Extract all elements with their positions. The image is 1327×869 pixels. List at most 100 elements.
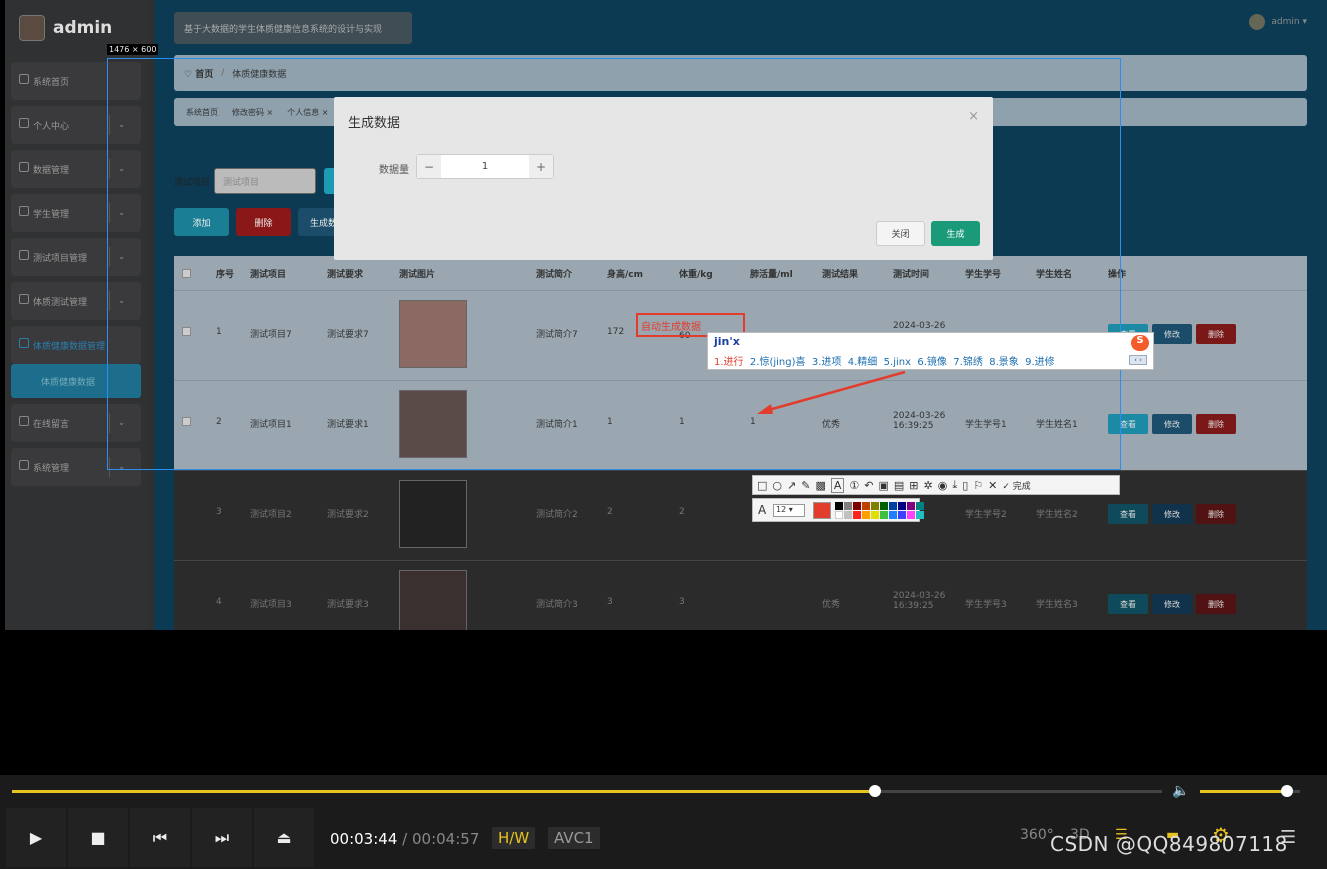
search-input[interactable]: 测试项目	[214, 168, 317, 194]
current-color-swatch[interactable]	[813, 502, 831, 519]
ime-pager-icon[interactable]: ‹ ›	[1129, 355, 1147, 365]
volume-icon[interactable]: 🔈	[1172, 783, 1189, 799]
row-delete-button[interactable]: 删除	[1196, 504, 1236, 524]
increment-button[interactable]: +	[529, 155, 553, 178]
row-checkbox[interactable]	[182, 327, 191, 336]
magic-icon[interactable]: ✲	[924, 479, 933, 492]
color-swatch[interactable]	[835, 511, 843, 519]
color-swatch[interactable]	[889, 511, 897, 519]
color-swatch[interactable]	[907, 511, 915, 519]
mosaic-icon[interactable]: ▩	[815, 479, 825, 492]
close-icon[interactable]: ×	[968, 109, 979, 124]
color-swatch[interactable]	[898, 502, 906, 510]
sidebar-item-health[interactable]: 体质健康数据管理	[11, 326, 141, 364]
breadcrumb-home[interactable]: ♡ 首页	[184, 67, 213, 80]
ime-candidate[interactable]: 2.惊(jing)喜	[750, 357, 806, 368]
color-swatch[interactable]	[916, 511, 924, 519]
ime-candidate[interactable]: 9.进修	[1025, 357, 1055, 368]
row-delete-button[interactable]: 删除	[1196, 414, 1236, 434]
stop-button[interactable]: ■	[68, 808, 128, 867]
color-swatch[interactable]	[844, 502, 852, 510]
sidebar-item-test-items[interactable]: 测试项目管理 ⌄	[11, 238, 141, 276]
row-checkbox[interactable]	[182, 417, 191, 426]
ime-candidate[interactable]: 3.进项	[812, 357, 842, 368]
ime-candidate[interactable]: 7.锦绣	[953, 357, 983, 368]
color-swatch[interactable]	[871, 511, 879, 519]
color-swatch[interactable]	[853, 502, 861, 510]
volume-slider[interactable]	[1200, 785, 1300, 797]
eject-button[interactable]: ⏏	[254, 808, 314, 867]
edit-button[interactable]: 修改	[1152, 324, 1192, 344]
color-swatch[interactable]	[898, 511, 906, 519]
ime-candidate[interactable]: 4.精细	[848, 357, 878, 368]
quantity-input[interactable]: 1	[441, 155, 529, 178]
volume-handle[interactable]	[1281, 785, 1293, 797]
seek-bar[interactable]	[12, 785, 1162, 797]
seek-handle[interactable]	[868, 785, 881, 797]
rectangle-icon[interactable]: □	[757, 479, 767, 492]
edit-button[interactable]: 修改	[1152, 504, 1192, 524]
number-icon[interactable]: ①	[849, 479, 859, 492]
view-button[interactable]: 查看	[1108, 414, 1148, 434]
font-size-select[interactable]: 12 ▾	[773, 504, 805, 517]
sidebar-item-profile[interactable]: 个人中心 ⌄	[11, 106, 141, 144]
add-button[interactable]: 添加	[174, 208, 229, 236]
tab-home[interactable]: 系统首页	[182, 105, 222, 120]
color-swatch[interactable]	[844, 511, 852, 519]
download-icon[interactable]: ⤓	[952, 478, 957, 492]
color-swatch[interactable]	[880, 511, 888, 519]
ime-candidate[interactable]: 5.jinx	[884, 357, 911, 368]
sidebar-item-tests[interactable]: 体质测试管理 ⌄	[11, 282, 141, 320]
color-swatch[interactable]	[871, 502, 879, 510]
color-swatch[interactable]	[880, 502, 888, 510]
edit-button[interactable]: 修改	[1152, 414, 1192, 434]
sidebar-item-students[interactable]: 学生管理 ⌄	[11, 194, 141, 232]
bookmark-icon[interactable]: ⚐	[973, 479, 983, 492]
circle-icon[interactable]: ○	[772, 479, 782, 492]
close-icon[interactable]: ✕	[988, 479, 997, 492]
pin-icon[interactable]: ▣	[878, 479, 888, 492]
translate-icon[interactable]: ⊞	[909, 479, 918, 492]
color-swatch[interactable]	[862, 502, 870, 510]
tab-change-password[interactable]: 修改密码 ×	[228, 105, 277, 120]
color-swatch[interactable]	[916, 502, 924, 510]
color-swatch[interactable]	[907, 502, 915, 510]
record-icon[interactable]: ◉	[938, 479, 948, 492]
edit-button[interactable]: 修改	[1152, 594, 1192, 614]
360-icon[interactable]: 360°	[1020, 827, 1054, 843]
sidebar-item-system[interactable]: 系统管理 ⌄	[11, 448, 141, 486]
generate-button[interactable]: 生成	[931, 221, 980, 246]
play-button[interactable]: ▶	[6, 808, 66, 867]
row-delete-button[interactable]: 删除	[1196, 324, 1236, 344]
ime-candidate[interactable]: 6.镜像	[917, 357, 947, 368]
pen-icon[interactable]: ✎	[801, 479, 810, 492]
ime-candidate[interactable]: 8.景象	[989, 357, 1019, 368]
finish-button[interactable]: ✓ 完成	[1002, 479, 1030, 492]
view-button[interactable]: 查看	[1108, 504, 1148, 524]
header-user[interactable]: admin ▾	[1249, 14, 1307, 30]
text-icon[interactable]: A	[830, 477, 845, 493]
color-swatch[interactable]	[853, 511, 861, 519]
sidebar-item-data[interactable]: 数据管理 ⌄	[11, 150, 141, 188]
sidebar-item-messages[interactable]: 在线留言 ⌄	[11, 404, 141, 442]
undo-icon[interactable]: ↶	[864, 479, 873, 492]
row-delete-button[interactable]: 删除	[1196, 594, 1236, 614]
arrow-icon[interactable]: ↗	[787, 479, 796, 492]
next-button[interactable]: ⏭	[192, 808, 252, 867]
sidebar-item-home[interactable]: 系统首页	[11, 62, 141, 100]
ime-candidate[interactable]: 1.进行	[714, 357, 744, 368]
color-swatch[interactable]	[862, 511, 870, 519]
previous-button[interactable]: ⏮	[130, 808, 190, 867]
decrement-button[interactable]: −	[417, 155, 441, 178]
cancel-button[interactable]: 关闭	[876, 221, 925, 246]
view-button[interactable]: 查看	[1108, 594, 1148, 614]
select-all-checkbox[interactable]	[182, 268, 191, 278]
color-swatch[interactable]	[835, 502, 843, 510]
color-swatch[interactable]	[889, 502, 897, 510]
phone-icon[interactable]: ▯	[962, 479, 968, 492]
sidebar-subitem-health-data[interactable]: 体质健康数据	[11, 364, 141, 398]
tab-profile[interactable]: 个人信息 ×	[283, 105, 332, 120]
hw-decode-badge[interactable]: H/W	[492, 827, 536, 849]
delete-button[interactable]: 删除	[236, 208, 291, 236]
ocr-icon[interactable]: ▤	[894, 479, 904, 492]
